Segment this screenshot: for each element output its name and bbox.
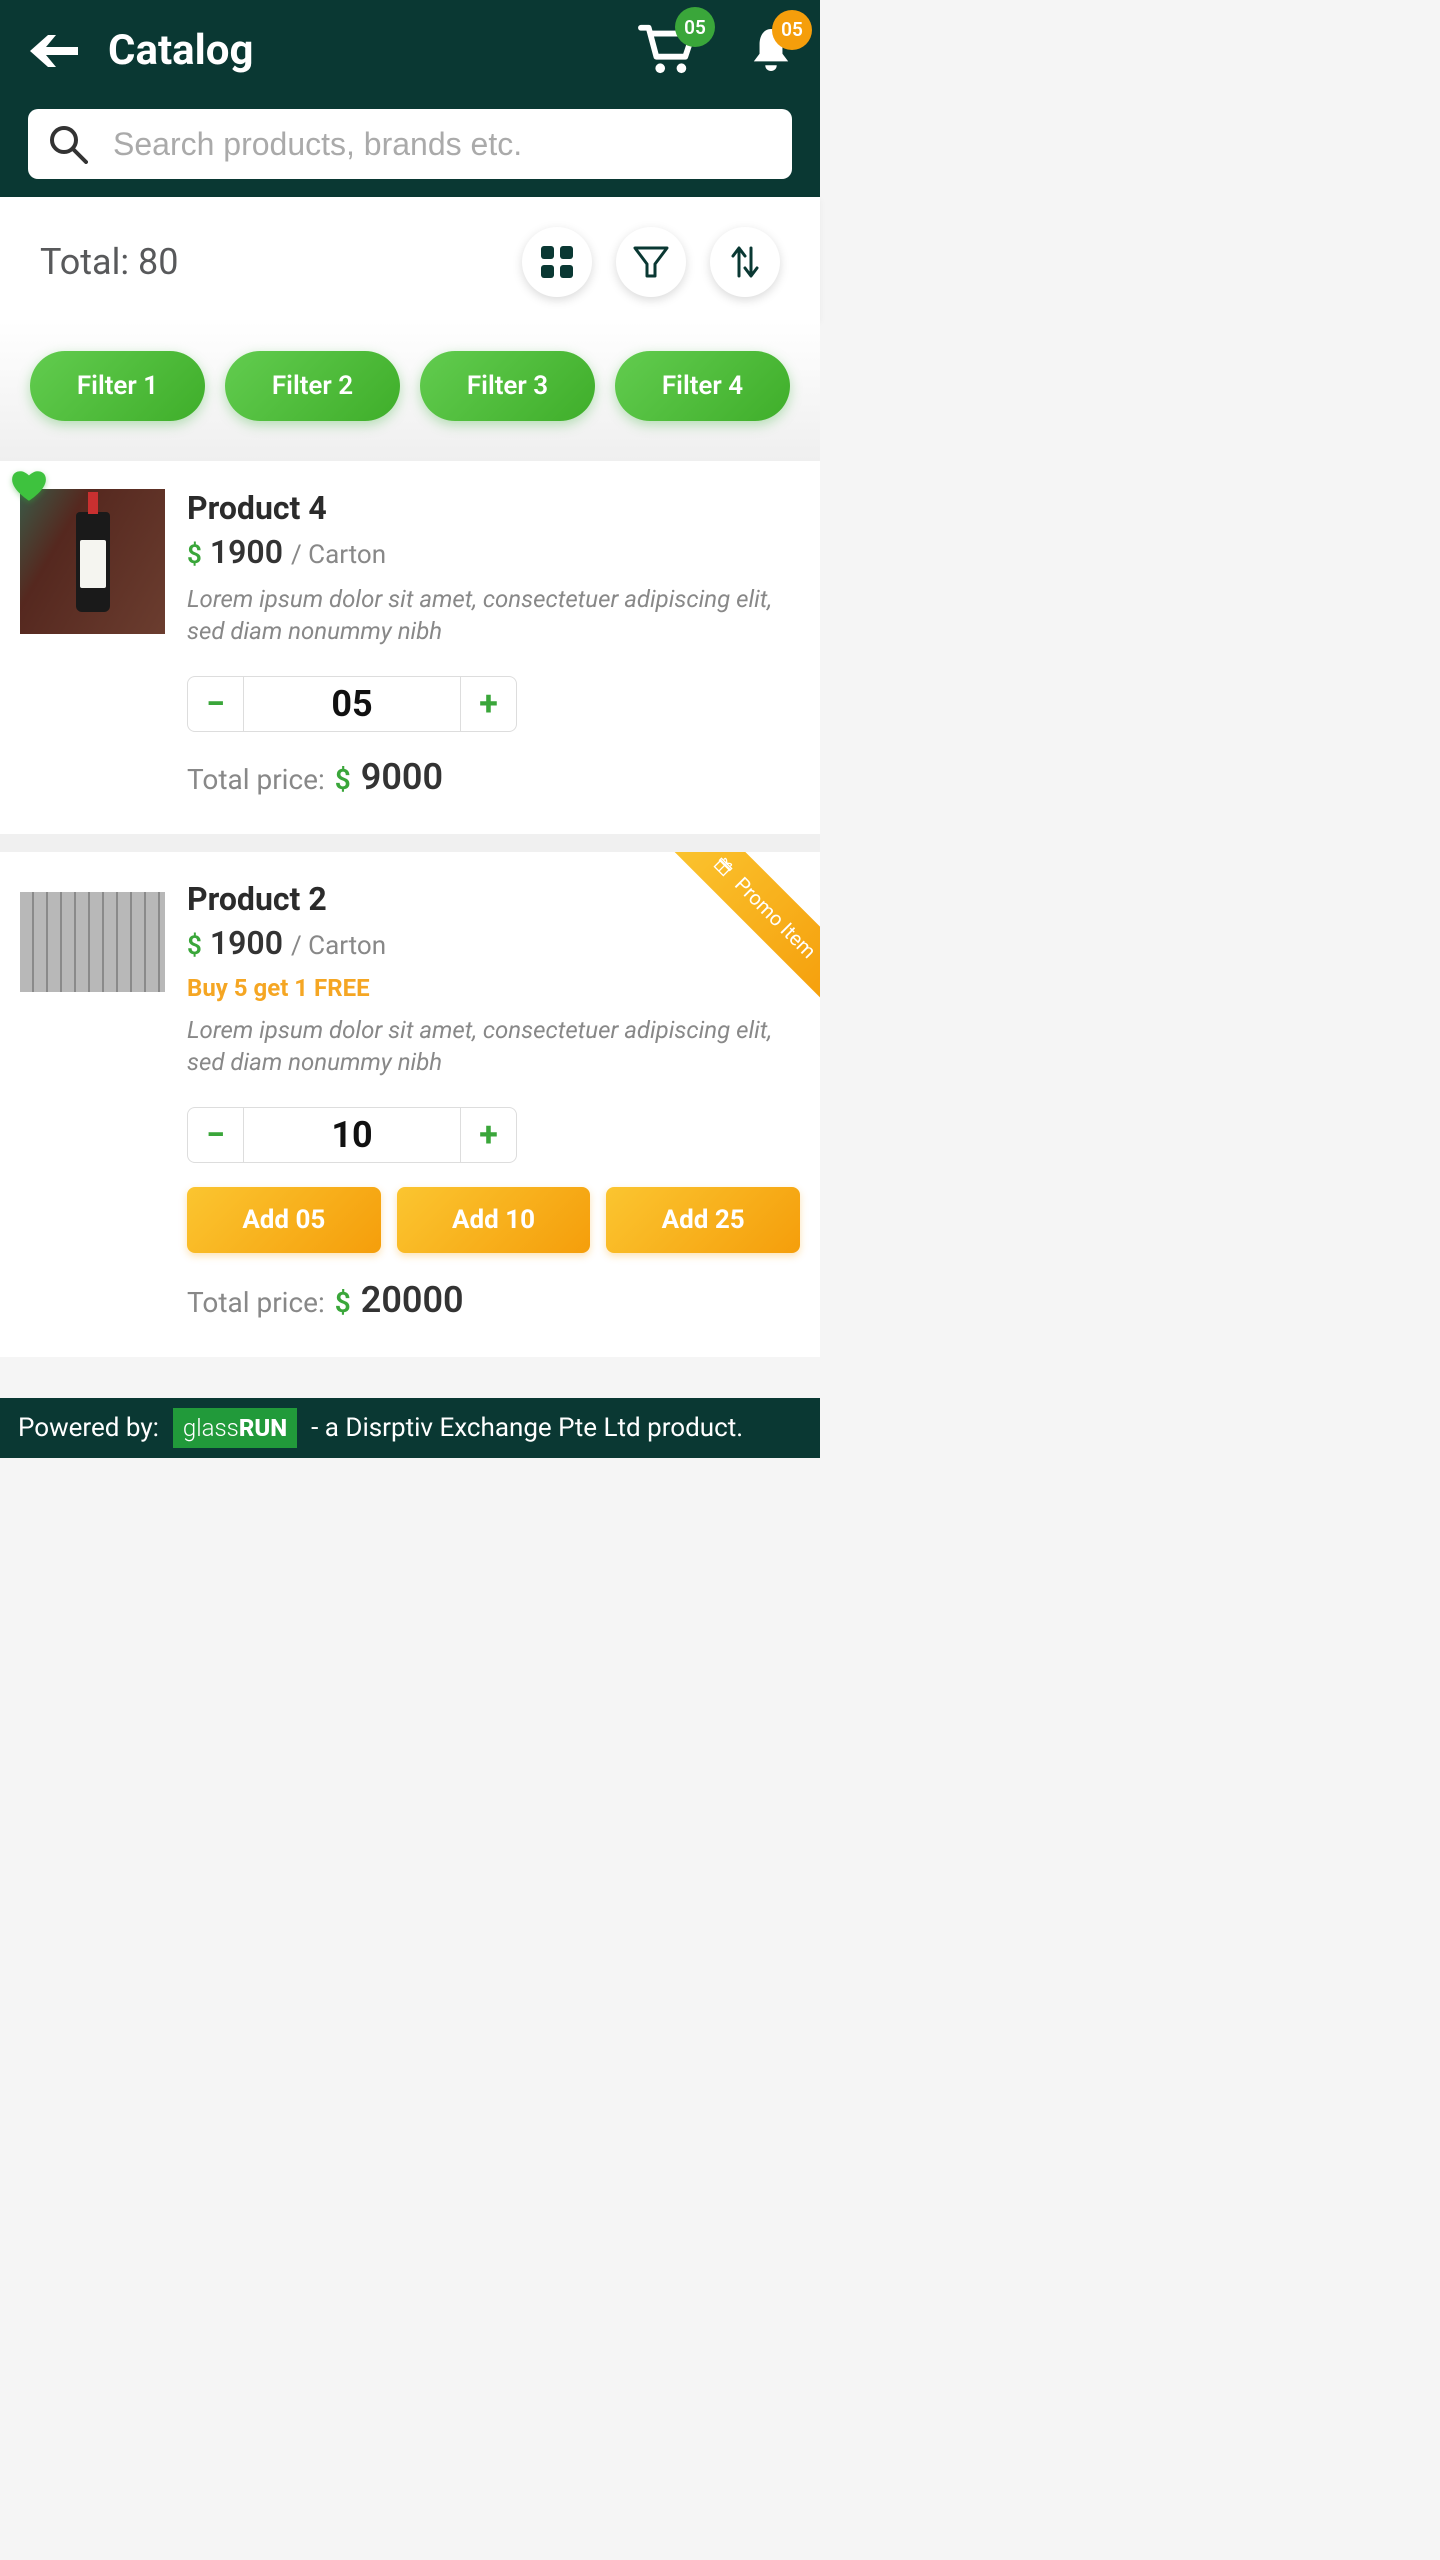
controls-row: Total: 80 bbox=[0, 197, 820, 321]
search-bar[interactable] bbox=[28, 109, 792, 179]
powered-by-label: Powered by: bbox=[18, 1413, 159, 1443]
promo-text: Buy 5 get 1 FREE bbox=[187, 974, 800, 1002]
currency-symbol: $ bbox=[187, 931, 202, 961]
total-currency: $ bbox=[335, 763, 351, 796]
add-qty-button[interactable]: Add 05 bbox=[187, 1187, 381, 1253]
quantity-stepper: − 10 + bbox=[187, 1107, 517, 1163]
total-currency: $ bbox=[335, 1286, 351, 1319]
page-title: Catalog bbox=[108, 26, 253, 75]
filter-pill-4[interactable]: Filter 4 bbox=[615, 351, 790, 421]
product-image bbox=[20, 489, 165, 634]
filter-pill-2[interactable]: Filter 2 bbox=[225, 351, 400, 421]
total-label: Total price: bbox=[187, 1286, 325, 1319]
product-name: Product 4 bbox=[187, 489, 800, 527]
brand-logo: glassRUN bbox=[173, 1408, 297, 1448]
qty-increase-button[interactable]: + bbox=[460, 677, 516, 731]
filter-pill-1[interactable]: Filter 1 bbox=[30, 351, 205, 421]
add-qty-button[interactable]: Add 25 bbox=[606, 1187, 800, 1253]
product-card[interactable]: Product 4 $ 1900 / Carton Lorem ipsum do… bbox=[0, 461, 820, 834]
grid-icon bbox=[539, 244, 575, 280]
grid-view-button[interactable] bbox=[522, 227, 592, 297]
notif-badge: 05 bbox=[772, 10, 812, 50]
product-unit: / Carton bbox=[291, 931, 386, 961]
header-bar: Catalog 05 05 bbox=[0, 0, 820, 197]
search-icon bbox=[48, 124, 88, 164]
cart-badge: 05 bbox=[675, 7, 715, 47]
back-button[interactable] bbox=[28, 31, 78, 71]
qty-increase-button[interactable]: + bbox=[460, 1108, 516, 1162]
filter-button[interactable] bbox=[616, 227, 686, 297]
total-label: Total price: bbox=[187, 763, 325, 796]
product-price: 1900 bbox=[210, 924, 283, 962]
product-image bbox=[20, 892, 165, 992]
search-input[interactable] bbox=[113, 126, 772, 163]
product-card[interactable]: Product 2 $ 1900 / Carton Buy 5 get 1 FR… bbox=[0, 852, 820, 1357]
product-description: Lorem ipsum dolor sit amet, consectetuer… bbox=[187, 1014, 800, 1079]
total-price: 20000 bbox=[361, 1279, 464, 1321]
funnel-icon bbox=[631, 242, 671, 282]
sort-button[interactable] bbox=[710, 227, 780, 297]
add-qty-button[interactable]: Add 10 bbox=[397, 1187, 591, 1253]
filter-pills: Filter 1 Filter 2 Filter 3 Filter 4 bbox=[0, 321, 820, 461]
total-price: 9000 bbox=[361, 756, 443, 798]
qty-value[interactable]: 05 bbox=[244, 677, 460, 731]
footer-tagline: - a Disrptiv Exchange Pte Ltd product. bbox=[311, 1413, 743, 1443]
product-unit: / Carton bbox=[291, 540, 386, 570]
qty-decrease-button[interactable]: − bbox=[188, 677, 244, 731]
favorite-icon[interactable] bbox=[10, 469, 48, 507]
gift-icon bbox=[711, 853, 736, 878]
total-count: Total: 80 bbox=[40, 241, 179, 283]
footer-bar: Powered by: glassRUN - a Disrptiv Exchan… bbox=[0, 1398, 820, 1458]
filter-pill-3[interactable]: Filter 3 bbox=[420, 351, 595, 421]
qty-decrease-button[interactable]: − bbox=[188, 1108, 244, 1162]
cart-button[interactable]: 05 bbox=[637, 22, 695, 79]
sort-icon bbox=[725, 242, 765, 282]
qty-value[interactable]: 10 bbox=[244, 1108, 460, 1162]
quantity-stepper: − 05 + bbox=[187, 676, 517, 732]
notifications-button[interactable]: 05 bbox=[750, 25, 792, 77]
currency-symbol: $ bbox=[187, 540, 202, 570]
product-price: 1900 bbox=[210, 533, 283, 571]
product-list: Product 4 $ 1900 / Carton Lorem ipsum do… bbox=[0, 461, 820, 1357]
product-description: Lorem ipsum dolor sit amet, consectetuer… bbox=[187, 583, 800, 648]
